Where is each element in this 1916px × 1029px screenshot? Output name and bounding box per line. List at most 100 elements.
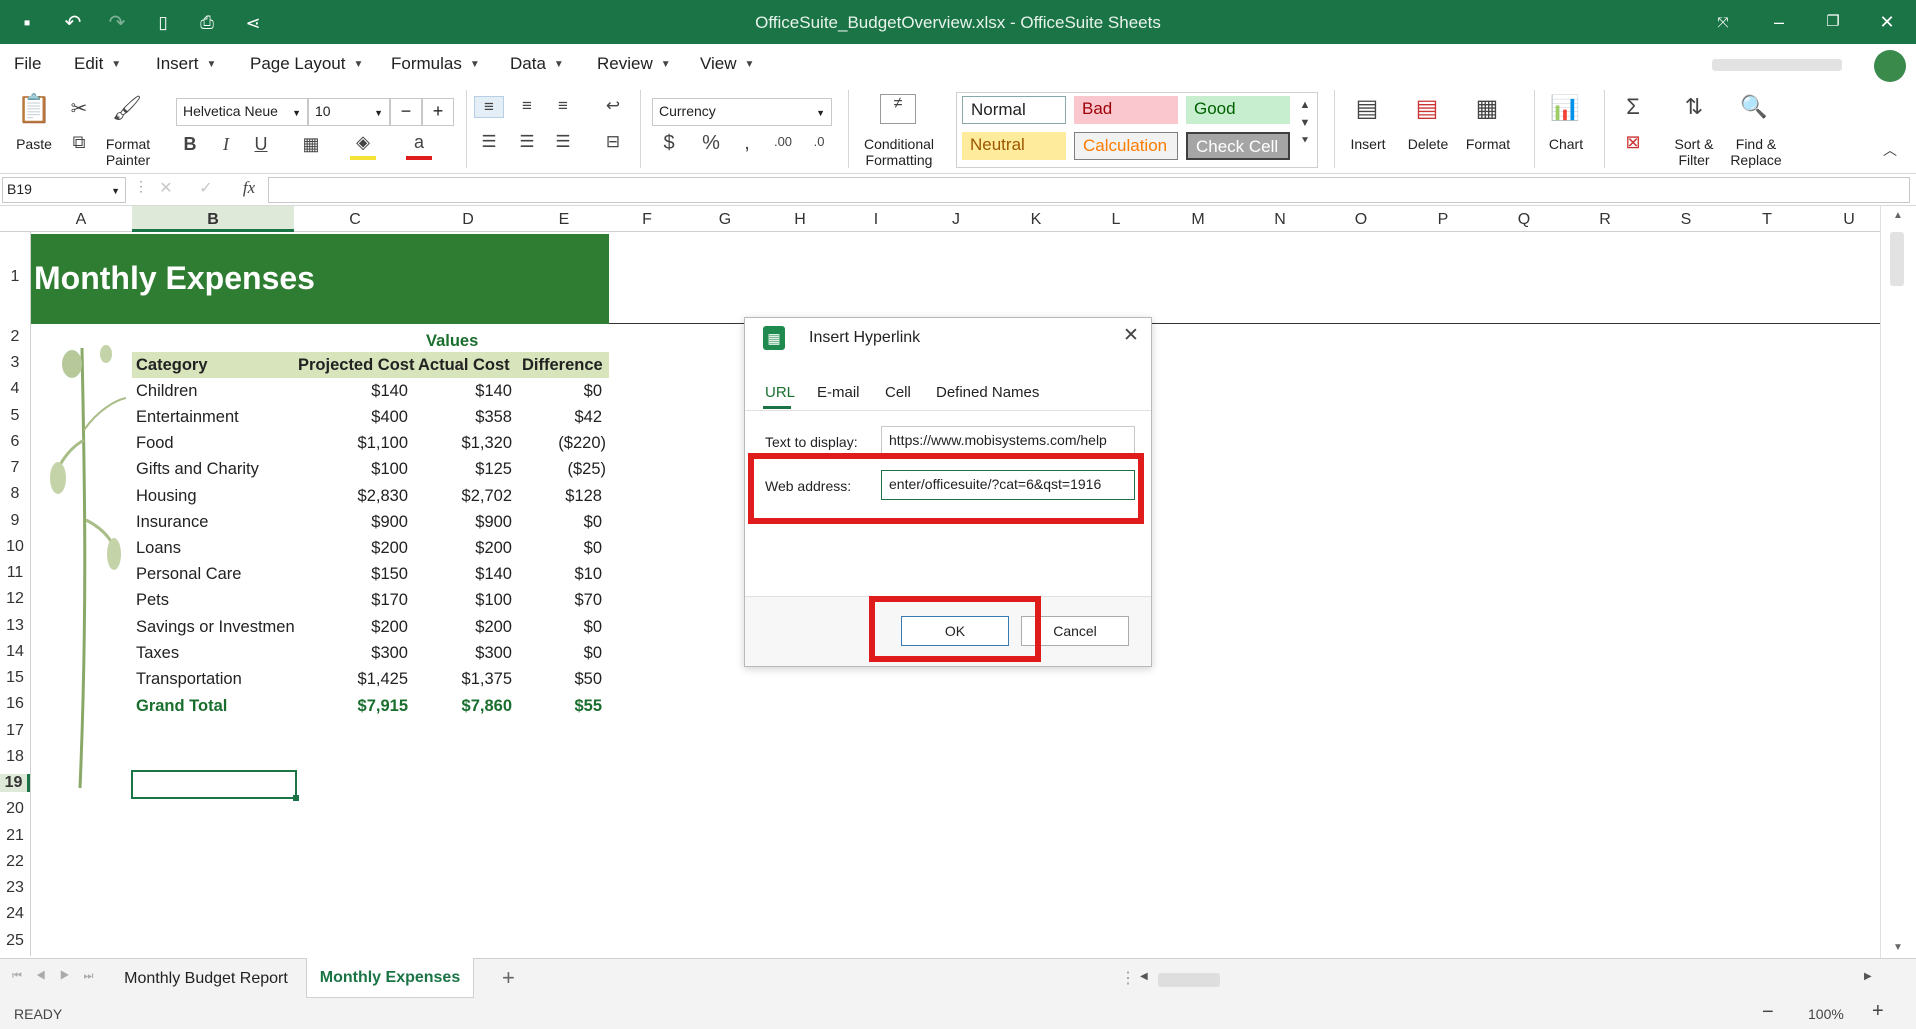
collapse-ribbon-icon[interactable]: ︿ [1880, 140, 1900, 160]
cell-difference[interactable]: $0 [520, 513, 602, 532]
row-header-15[interactable]: 15 [0, 669, 30, 687]
cell-category[interactable]: Entertainment [136, 408, 239, 427]
menu-review[interactable]: Review ▼ [597, 54, 671, 74]
cancel-entry-icon[interactable]: ✕ [154, 178, 178, 198]
tab-email[interactable]: E-mail [817, 384, 860, 401]
cell-category[interactable]: Children [136, 382, 197, 401]
function-icon[interactable]: fx [234, 178, 264, 198]
row-header-8[interactable]: 8 [0, 485, 30, 503]
col-header-q[interactable]: Q [1484, 211, 1564, 229]
styles-scroll-icon[interactable]: ▲ ▼ ⯆ [1296, 96, 1314, 150]
row-header-9[interactable]: 9 [0, 512, 30, 530]
cell-category[interactable]: Insurance [136, 513, 208, 532]
col-header-t[interactable]: T [1726, 211, 1808, 229]
zoom-level[interactable]: 100% [1808, 1006, 1844, 1022]
col-header-h[interactable]: H [764, 211, 836, 229]
cell-difference[interactable]: $0 [520, 382, 602, 401]
cell-projected[interactable]: $400 [294, 408, 408, 427]
align-center-icon[interactable]: ☰ [512, 132, 542, 152]
cell-projected[interactable]: $1,425 [294, 670, 408, 689]
cell-actual[interactable]: $200 [416, 539, 512, 558]
increase-decimal-icon[interactable]: .00 [770, 134, 796, 149]
row-header-20[interactable]: 20 [0, 800, 30, 818]
align-bottom-icon[interactable]: ≡ [548, 96, 578, 116]
sheet-tab-monthly-expenses[interactable]: Monthly Expenses [306, 958, 474, 998]
cell-category[interactable]: Personal Care [136, 565, 241, 584]
formula-input[interactable] [268, 177, 1910, 203]
hscroll-left-icon[interactable]: ◀ [1140, 971, 1148, 982]
row-header-1[interactable]: 1 [0, 268, 30, 286]
style-calculation[interactable]: Calculation [1074, 132, 1178, 160]
cell-difference[interactable]: $70 [520, 591, 602, 610]
text-to-display-input[interactable]: https://www.mobisystems.com/help [881, 426, 1135, 456]
cell-projected[interactable]: $150 [294, 565, 408, 584]
cell-actual[interactable]: $900 [416, 513, 512, 532]
find-replace-label-2[interactable]: Replace [1726, 152, 1786, 168]
font-name-select[interactable]: Helvetica Neue ▼ [176, 98, 308, 126]
col-header-o[interactable]: O [1320, 211, 1402, 229]
conditional-formatting-label-1[interactable]: Conditional [856, 136, 942, 152]
percent-icon[interactable]: % [698, 132, 724, 155]
row-header-6[interactable]: 6 [0, 433, 30, 451]
col-header-m[interactable]: M [1156, 211, 1240, 229]
tab-cell[interactable]: Cell [885, 384, 911, 401]
conditional-formatting-label-2[interactable]: Formatting [856, 152, 942, 168]
row-header-11[interactable]: 11 [0, 564, 30, 582]
row-header-17[interactable]: 17 [0, 722, 30, 740]
cell-projected[interactable]: $170 [294, 591, 408, 610]
insert-cells-button[interactable]: Insert [1344, 136, 1392, 152]
cell-actual[interactable]: $125 [416, 460, 512, 479]
paste-icon[interactable]: 📋 [16, 92, 52, 125]
format-painter-icon[interactable]: 🖌 [110, 94, 144, 123]
menu-edit[interactable]: Edit ▼ [74, 54, 121, 74]
row-header-12[interactable]: 12 [0, 590, 30, 608]
menu-view[interactable]: View ▼ [700, 54, 754, 74]
row-header-24[interactable]: 24 [0, 905, 30, 923]
horizontal-scroll-thumb[interactable] [1158, 973, 1220, 987]
cell-difference[interactable]: $42 [520, 408, 602, 427]
cell-difference[interactable]: ($25) [520, 460, 606, 479]
col-header-g[interactable]: G [686, 211, 764, 229]
col-header-j[interactable]: J [916, 211, 996, 229]
chart-button[interactable]: Chart [1542, 136, 1590, 152]
scroll-down-icon[interactable]: ▼ [1888, 942, 1908, 953]
row-header-16[interactable]: 16 [0, 695, 30, 713]
dialog-close-icon[interactable]: ✕ [1123, 324, 1139, 347]
cell-difference[interactable]: $0 [520, 644, 602, 663]
row-header-13[interactable]: 13 [0, 617, 30, 635]
format-cells-button[interactable]: Format [1462, 136, 1514, 152]
sort-filter-icon[interactable]: ⇅ [1676, 94, 1712, 120]
cell-actual[interactable]: $100 [416, 591, 512, 610]
style-bad[interactable]: Bad [1074, 96, 1178, 124]
menu-file[interactable]: File [14, 54, 41, 74]
cell-category[interactable]: Transportation [136, 670, 242, 689]
format-cells-icon[interactable]: ▦ [1470, 94, 1504, 123]
cell-projected[interactable]: $1,100 [294, 434, 408, 453]
row-header-5[interactable]: 5 [0, 407, 30, 425]
grand-total-actual[interactable]: $7,860 [416, 697, 512, 716]
add-sheet-icon[interactable]: + [502, 965, 515, 991]
cell-category[interactable]: Housing [136, 487, 197, 506]
font-size-select[interactable]: 10 ▼ [308, 98, 390, 126]
delete-cells-icon[interactable]: ▤ [1410, 94, 1444, 123]
cell-category[interactable]: Pets [136, 591, 169, 610]
selected-cell-b19[interactable] [131, 770, 297, 799]
paste-button[interactable]: Paste [12, 136, 56, 152]
col-header-l[interactable]: L [1076, 211, 1156, 229]
cell-difference[interactable]: $50 [520, 670, 602, 689]
row-header-10[interactable]: 10 [0, 538, 30, 556]
menu-page-layout[interactable]: Page Layout ▼ [250, 54, 363, 74]
cell-actual[interactable]: $140 [416, 565, 512, 584]
cell-difference[interactable]: $0 [520, 618, 602, 637]
row-header-14[interactable]: 14 [0, 643, 30, 661]
delete-cells-button[interactable]: Delete [1404, 136, 1452, 152]
cell-difference[interactable]: $128 [520, 487, 602, 506]
currency-icon[interactable]: $ [656, 132, 682, 155]
menu-formulas[interactable]: Formulas ▼ [391, 54, 480, 74]
cell-difference[interactable]: $10 [520, 565, 602, 584]
row-header-19[interactable]: 19 [0, 774, 30, 792]
style-good[interactable]: Good [1186, 96, 1290, 124]
close-icon[interactable]: ✕ [1872, 9, 1902, 35]
find-replace-label-1[interactable]: Find & [1726, 136, 1786, 152]
align-middle-icon[interactable]: ≡ [512, 96, 542, 116]
